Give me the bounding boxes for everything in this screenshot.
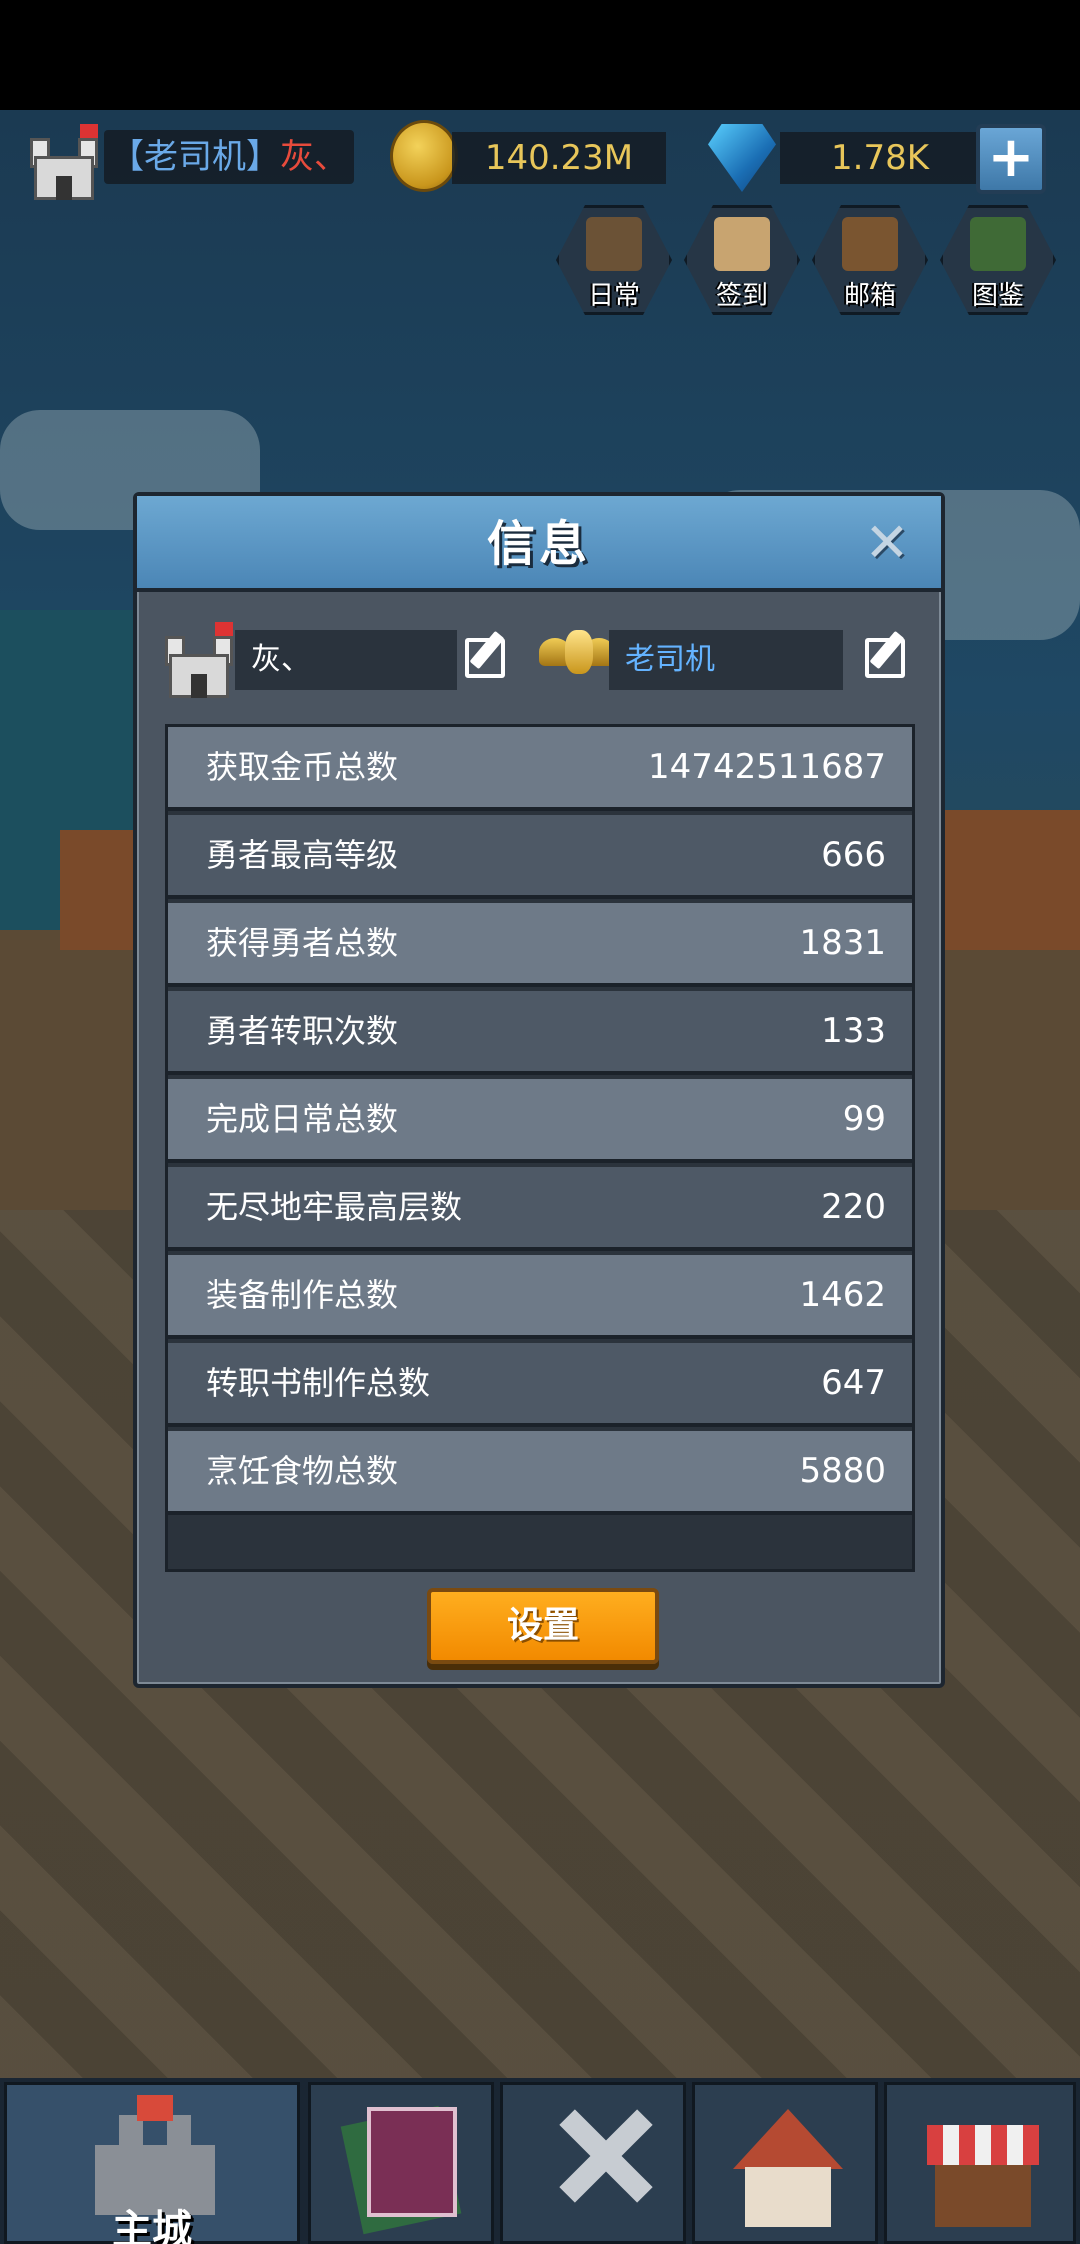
codex-label: 图鉴 — [971, 281, 1024, 311]
mailbox-icon — [842, 217, 898, 271]
settings-button[interactable]: 设置 — [427, 1588, 659, 1664]
diamond-icon — [702, 118, 782, 198]
shop-icon — [935, 2165, 1031, 2227]
daily-button[interactable]: 日常 — [556, 205, 672, 315]
stat-row: 无尽地牢最高层数 220 — [168, 1167, 912, 1251]
bottom-navigation: 主城 — [0, 2078, 1080, 2244]
stat-label: 完成日常总数 — [206, 1100, 399, 1138]
stat-row: 装备制作总数 1462 — [168, 1255, 912, 1339]
player-info-row: 灰、 老司机 — [159, 618, 919, 702]
house-roof-icon — [733, 2109, 843, 2169]
daily-label: 日常 — [587, 281, 640, 311]
codex-button[interactable]: 图鉴 — [940, 205, 1056, 315]
nav-house[interactable] — [692, 2082, 878, 2244]
gold-coin-icon — [390, 120, 458, 192]
calendar-icon — [714, 217, 770, 271]
stat-value: 1462 — [799, 1275, 886, 1315]
top-resource-bar: 【老司机】灰、 140.23M 1.78K + — [0, 110, 1080, 210]
player-name-field: 灰、 — [235, 630, 457, 690]
stat-label: 转职书制作总数 — [206, 1364, 431, 1402]
stats-list: 获取金币总数 14742511687 勇者最高等级 666 获得勇者总数 183… — [165, 724, 915, 1572]
stat-label: 烹饪食物总数 — [206, 1452, 399, 1490]
close-button[interactable]: ✕ — [857, 516, 917, 572]
stat-label: 获取金币总数 — [206, 748, 399, 786]
nav-cards[interactable] — [308, 2082, 494, 2244]
guild-name-field: 老司机 — [609, 630, 843, 690]
stat-label: 勇者转职次数 — [206, 1012, 399, 1050]
stat-row: 勇者最高等级 666 — [168, 815, 912, 899]
castle-icon — [159, 620, 239, 700]
stat-label: 装备制作总数 — [206, 1276, 399, 1314]
player-guild-tag: 【老司机】 — [110, 137, 280, 177]
player-name: 灰、 — [280, 137, 348, 177]
mailbox-label: 邮箱 — [843, 281, 896, 311]
stat-value: 647 — [821, 1363, 886, 1403]
nav-battle[interactable] — [500, 2082, 686, 2244]
nav-shop[interactable] — [884, 2082, 1076, 2244]
stat-row: 获取金币总数 14742511687 — [168, 727, 912, 811]
stat-row: 完成日常总数 99 — [168, 1079, 912, 1163]
edit-name-icon[interactable] — [459, 628, 513, 682]
sign-in-button[interactable]: 签到 — [684, 205, 800, 315]
guild-badge-icon — [539, 624, 615, 690]
stat-label: 无尽地牢最高层数 — [206, 1188, 463, 1226]
mailbox-button[interactable]: 邮箱 — [812, 205, 928, 315]
player-name-banner[interactable]: 【老司机】灰、 — [104, 130, 354, 184]
house-icon — [745, 2167, 831, 2227]
stat-row: 转职书制作总数 647 — [168, 1343, 912, 1427]
stat-row: 勇者转职次数 133 — [168, 991, 912, 1075]
stat-value: 1831 — [799, 923, 886, 963]
sign-in-label: 签到 — [715, 281, 768, 311]
nav-main-city-label: 主城 — [112, 2207, 192, 2244]
stat-value: 5880 — [799, 1451, 886, 1491]
card-front-icon — [367, 2107, 457, 2217]
nav-main-city[interactable]: 主城 — [4, 2082, 300, 2244]
stat-value: 666 — [821, 835, 886, 875]
info-modal: 信息 ✕ 灰、 老司机 获取金币总数 14742511687 勇者最高等级 66… — [133, 492, 945, 1688]
castle-roof-icon — [137, 2095, 173, 2121]
stat-value: 99 — [842, 1099, 886, 1139]
stat-value: 14742511687 — [648, 747, 886, 787]
modal-header: 信息 ✕ — [137, 496, 941, 592]
stat-label: 获得勇者总数 — [206, 924, 399, 962]
add-gems-button[interactable]: + — [976, 124, 1046, 194]
stat-label: 勇者最高等级 — [206, 836, 399, 874]
stat-value: 133 — [821, 1011, 886, 1051]
edit-guild-icon[interactable] — [859, 628, 913, 682]
stat-row: 烹饪食物总数 5880 — [168, 1431, 912, 1515]
stat-row: 获得勇者总数 1831 — [168, 903, 912, 987]
book-icon — [970, 217, 1026, 271]
shop-awning-icon — [927, 2125, 1039, 2165]
gem-amount: 1.78K — [780, 132, 980, 184]
castle-icon[interactable] — [24, 122, 104, 202]
stat-value: 220 — [821, 1187, 886, 1227]
modal-title: 信息 — [486, 516, 591, 572]
gold-amount: 140.23M — [452, 132, 666, 184]
quill-scroll-icon — [586, 217, 642, 271]
